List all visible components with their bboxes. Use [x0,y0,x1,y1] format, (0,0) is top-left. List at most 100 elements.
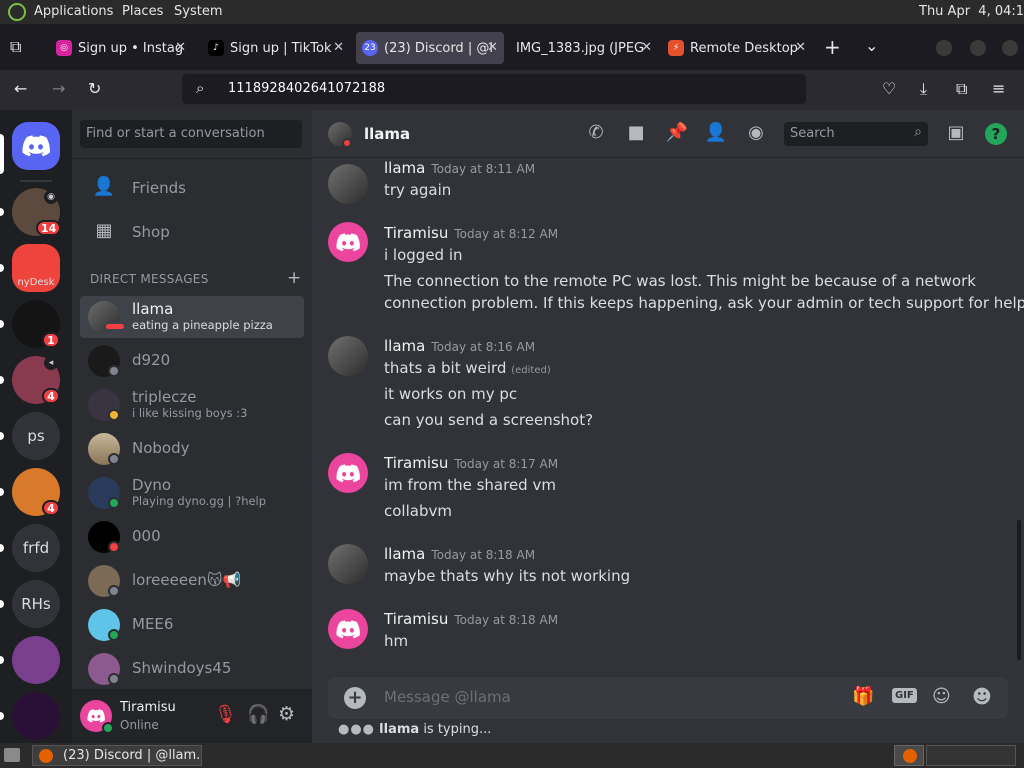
dm-item-triplecze[interactable]: triplecze i like kissing boys :3 [80,384,304,426]
mute-icon[interactable]: 🎙 [214,704,237,725]
video-call-icon[interactable]: ■ [624,122,648,146]
dm-item-nobody[interactable]: Nobody [80,428,304,470]
browser-tab-bar: ⧉ ◎ Sign up • Instag ✕ ♪ Sign up | TikTo… [0,24,1024,70]
speaker-icon: ◂ [44,356,58,370]
create-dm-icon[interactable]: + [287,268,301,288]
message-avatar-llama[interactable] [328,336,368,376]
typing-text: is typing... [419,722,492,737]
app-menu-icon[interactable]: ≡ [992,79,1005,98]
close-tab-icon[interactable]: ✕ [795,40,806,55]
new-tab-icon[interactable]: + [824,35,841,59]
menu-system[interactable]: System [174,4,222,19]
tab-remote-desktop[interactable]: ⚡ Remote Desktop ✕ [664,32,812,64]
dm-activity: Playing dyno.gg | ?help [132,494,267,508]
show-desktop-icon[interactable] [4,748,20,762]
back-icon[interactable]: ← [14,79,27,98]
dm-item-loreeeeen[interactable]: loreeeeen😽📢 [80,560,304,602]
message-input[interactable]: Message @llama [384,688,511,706]
attach-plus-icon[interactable]: + [344,687,366,709]
message-time: Today at 8:17 AM [454,457,559,471]
dm-item-d920[interactable]: d920 [80,340,304,382]
tab-tiktok[interactable]: ♪ Sign up | TikTok ✕ [202,32,350,64]
url-text[interactable]: 1118928402641072188 [228,81,385,96]
voice-call-icon[interactable]: ✆ [584,122,608,146]
extensions-icon[interactable]: ⧉ [956,79,967,99]
message-author[interactable]: llama Today at 8:18 AM [384,545,535,563]
dm-activity: eating a pineapple pizza [132,318,273,332]
tab-discord[interactable]: 23 (23) Discord | @l ✕ [356,32,504,64]
tab-list-icon[interactable]: ⌄ [865,36,878,55]
add-friends-icon[interactable]: 👤 [704,122,728,146]
message-author[interactable]: Tiramisu Today at 8:12 AM [384,224,558,242]
tab-overview-icon[interactable]: ⧉ [10,37,21,57]
pocket-icon[interactable]: ♡ [882,79,896,98]
mention-badge: 1 [42,332,60,348]
taskbar-window-discord[interactable]: (23) Discord | @llam... [32,745,202,766]
message-avatar-tiramisu[interactable] [328,453,368,493]
close-tab-icon[interactable]: ✕ [641,40,652,55]
forward-icon[interactable]: → [52,79,65,98]
dm-item-mee6[interactable]: MEE6 [80,604,304,646]
message-avatar-tiramisu[interactable] [328,609,368,649]
discord-logo-icon [22,135,50,157]
message-avatar-tiramisu[interactable] [328,222,368,262]
reload-icon[interactable]: ↻ [88,79,101,98]
download-icon[interactable]: ⤓ [920,79,927,99]
workspace-switcher[interactable] [894,745,924,766]
dm-item-llama[interactable]: llama eating a pineapple pizza [80,296,304,338]
gift-icon[interactable]: 🎁 [852,686,874,707]
message-avatar-llama[interactable] [328,544,368,584]
discord-logo-icon [336,619,360,638]
friends-nav[interactable]: 👤 Friends [80,168,304,208]
headphones-icon[interactable]: 🎧 [247,704,269,725]
maximize-window-icon[interactable] [970,40,986,56]
discord-tab-icon: 23 [362,40,378,56]
settings-gear-icon[interactable]: ⚙ [278,703,295,725]
clock[interactable]: Thu Apr 4, 04:18 [919,4,1024,19]
gif-icon[interactable]: GIF [892,688,917,703]
server-rhs[interactable]: RHs [12,580,60,628]
menu-places[interactable]: Places [122,4,163,19]
os-logo-icon[interactable] [8,3,26,21]
message-author[interactable]: Tiramisu Today at 8:18 AM [384,610,558,628]
dm-item-000[interactable]: 000 [80,516,304,558]
user-profile-icon[interactable]: ◉ [744,122,768,146]
close-tab-icon[interactable]: ✕ [333,40,344,55]
menu-applications[interactable]: Applications [34,4,113,19]
remote-desktop-icon: ⚡ [668,40,684,56]
search-placeholder: Search [790,126,835,141]
inbox-icon[interactable]: ▣ [944,122,968,146]
sticker-icon[interactable]: ☺ [932,686,951,707]
tab-instagram[interactable]: ◎ Sign up • Instag ✕ [50,32,192,64]
minimize-window-icon[interactable] [936,40,952,56]
message-time: Today at 8:12 AM [454,227,559,241]
typing-user: llama [379,722,420,737]
find-conversation-button[interactable]: Find or start a conversation [80,120,302,148]
tab-image[interactable]: IMG_1383.jpg (JPEG ✕ [510,32,658,64]
workspace-area[interactable] [926,745,1016,766]
divider [72,158,312,159]
discord-home-button[interactable] [12,122,60,170]
server-ps[interactable]: ps [12,412,60,460]
server-anydesk[interactable]: nyDesk [12,244,60,292]
server-10[interactable] [12,692,60,740]
help-icon[interactable]: ? [985,123,1007,145]
url-bar[interactable]: ⌕ 1118928402641072188 [182,74,806,104]
message-author[interactable]: llama Today at 8:16 AM [384,337,535,355]
close-window-icon[interactable] [1002,40,1018,56]
message-author[interactable]: llama Today at 8:11 AM [384,159,535,177]
close-tab-icon[interactable]: ✕ [487,40,498,55]
server-label: ps [27,427,45,445]
dm-item-dyno[interactable]: Dyno Playing dyno.gg | ?help [80,472,304,514]
chat-scrollbar[interactable] [1017,520,1021,660]
dm-item-shwindoys45[interactable]: Shwindoys45 [80,648,304,690]
emoji-icon[interactable]: ☻ [972,686,992,708]
shop-nav[interactable]: ▦ Shop [80,212,304,252]
pinned-messages-icon[interactable]: 📌 [665,122,689,146]
message-author[interactable]: Tiramisu Today at 8:17 AM [384,454,558,472]
chat-search-input[interactable]: Search ⌕ [784,122,928,146]
close-tab-icon[interactable]: ✕ [175,40,186,55]
server-frfd[interactable]: frfd [12,524,60,572]
message-avatar-llama[interactable] [328,164,368,204]
server-9[interactable] [12,636,60,684]
